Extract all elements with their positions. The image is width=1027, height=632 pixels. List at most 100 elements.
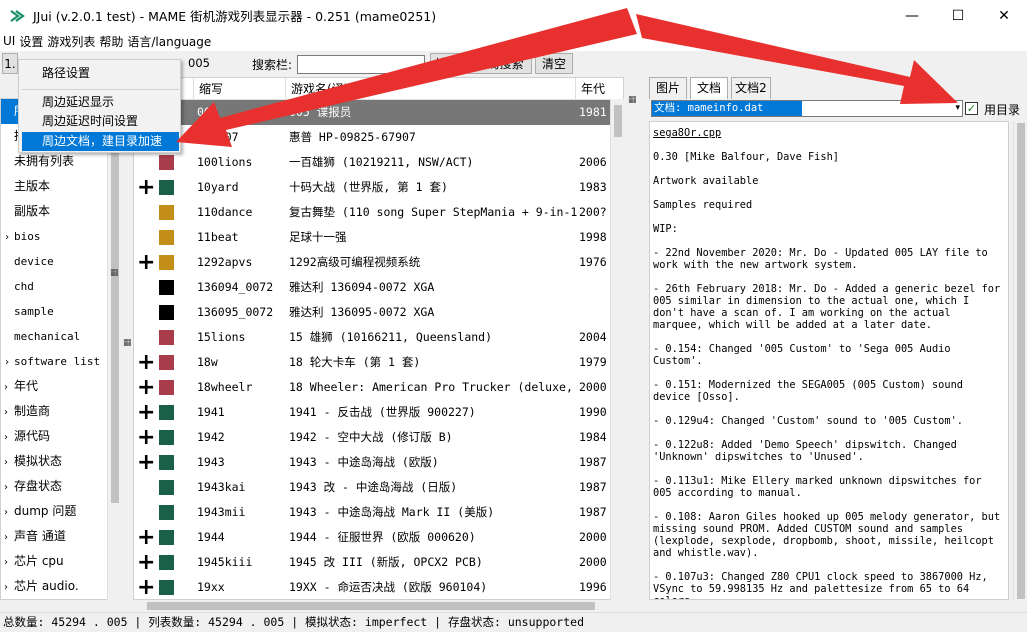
folder-item[interactable]: 主版本 <box>1 174 120 199</box>
chevron-right-icon[interactable]: › <box>4 225 14 250</box>
header-year[interactable]: 年代 <box>576 78 623 100</box>
folder-item[interactable]: device <box>1 249 120 274</box>
table-row[interactable]: 100lions 一百雄狮 (10219211, NSW/ACT) 2006 <box>134 150 623 175</box>
table-row[interactable]: 005 005 谍报员 1981 <box>134 100 623 125</box>
table-row[interactable]: +1942 1942 - 空中大战 (修订版 B) 1984 <box>134 425 623 450</box>
chevron-right-icon[interactable]: › <box>4 425 14 450</box>
cell-name: 1941 - 反击战 (世界版 900227) <box>289 405 476 419</box>
header-name[interactable]: 游戏名(译) <box>286 78 576 100</box>
chevron-right-icon[interactable]: › <box>4 350 14 375</box>
close-button[interactable]: ✕ <box>981 0 1027 31</box>
table-row[interactable]: 067907 惠普 HP-09825-67907 <box>134 125 623 150</box>
table-row[interactable]: 110dance 复古舞垫 (110 song Super StepMania +… <box>134 200 623 225</box>
tab-image[interactable]: 图片 <box>649 77 687 99</box>
table-row[interactable]: +18w 18 轮大卡车 (第 1 套) 1979 <box>134 350 623 375</box>
menu-help[interactable]: 帮助 <box>99 33 123 50</box>
cell-abbr: 100lions <box>197 155 253 169</box>
doc-source-select[interactable]: 文档: mameinfo.dat ▾ <box>651 100 963 117</box>
folder-scrollbar[interactable] <box>107 98 121 600</box>
grid-hscroll-thumb[interactable] <box>147 602 595 610</box>
header-abbr[interactable]: 缩写 <box>194 78 286 100</box>
chevron-right-icon[interactable]: › <box>4 550 14 575</box>
cell-abbr: 1943kai <box>197 480 246 494</box>
chevron-right-icon[interactable]: › <box>4 475 14 500</box>
splitter-grip-mid[interactable]: ▦ <box>123 338 132 348</box>
table-row[interactable]: +10yard 十码大战 (世界版, 第 1 套) 1983 <box>134 175 623 200</box>
status-color-icon <box>159 280 174 295</box>
status-color-icon <box>159 155 174 170</box>
maximize-button[interactable]: ☐ <box>935 0 981 31</box>
folder-item[interactable]: › dump 问题 <box>1 499 120 524</box>
menu-item-doc-index[interactable]: 周边文档，建目录加速 <box>22 132 179 151</box>
splitter-grip-left[interactable]: ▦ <box>110 268 119 278</box>
cell-abbr: 1943mii <box>197 505 246 519</box>
table-row[interactable]: 1943kai 1943 改 - 中途岛海战 (日版) 1987 <box>134 475 623 500</box>
splitter-grip-right[interactable]: ▦ <box>628 95 637 105</box>
folder-item[interactable]: › 芯片 cpu <box>1 549 120 574</box>
chevron-right-icon[interactable]: › <box>4 400 14 425</box>
doc-scroll-thumb[interactable] <box>1017 123 1025 599</box>
folder-item[interactable]: › 年代 <box>1 374 120 399</box>
menu-item-delay-time[interactable]: 周边延迟时间设置 <box>22 112 179 131</box>
menu-ui[interactable]: UI <box>3 34 15 48</box>
table-row[interactable]: +1943 1943 - 中途岛海战 (欧版) 1987 <box>134 450 623 475</box>
menu-gamelist[interactable]: 游戏列表 <box>47 33 95 50</box>
folder-item[interactable]: 副版本 <box>1 199 120 224</box>
table-row[interactable]: 1943mii 1943 - 中途岛海战 Mark II (美版) 1987 <box>134 500 623 525</box>
table-row[interactable]: 15lions 15 雄狮 (10166211, Queensland) 2004 <box>134 325 623 350</box>
tab-doc2[interactable]: 文档2 <box>731 77 771 99</box>
folder-item[interactable]: › bios <box>1 224 120 249</box>
search-button[interactable]: 搜索 <box>430 53 464 74</box>
table-row[interactable]: +1292apvs 1292高级可编程视频系统 1976 <box>134 250 623 275</box>
cell-abbr: 11beat <box>197 230 239 244</box>
table-row[interactable]: 136094_0072 雅达利 136094-0072 XGA <box>134 275 623 300</box>
status-color-icon <box>159 405 174 420</box>
use-dir-checkbox[interactable]: ✓ <box>965 102 978 115</box>
chevron-right-icon[interactable]: › <box>4 500 14 525</box>
folder-item[interactable]: mechanical <box>1 324 120 349</box>
grid-hscrollbar[interactable] <box>133 600 610 612</box>
doc-line: - 0.113u1: Mike Ellery marked unknown di… <box>653 475 988 499</box>
folder-item[interactable]: sample <box>1 299 120 324</box>
chevron-right-icon[interactable]: › <box>4 575 14 599</box>
folder-item[interactable]: › 制造商 <box>1 399 120 424</box>
chevron-down-icon[interactable]: ▾ <box>955 101 960 116</box>
cell-abbr: 1292apvs <box>197 255 253 269</box>
table-row[interactable]: +18wheelr 18 Wheeler: American Pro Trucke… <box>134 375 623 400</box>
table-row[interactable]: 11beat 足球十一强 1998 <box>134 225 623 250</box>
folder-tree[interactable]: 所拼未拥有列表主版本副版本›biosdevicechdsamplemechani… <box>0 98 121 600</box>
tab-doc[interactable]: 文档 <box>690 77 728 99</box>
chevron-right-icon[interactable]: › <box>4 525 14 550</box>
table-row[interactable]: +19xx 19XX - 命运否决战 (欧版 960104) 1996 <box>134 575 623 599</box>
folder-scroll-thumb[interactable] <box>111 103 119 503</box>
grid-scrollbar[interactable] <box>610 99 624 600</box>
grid-scroll-thumb[interactable] <box>614 105 622 137</box>
folder-item[interactable]: › 声音 通道 <box>1 524 120 549</box>
cell-name: 15 雄狮 (10166211, Queensland) <box>289 330 493 344</box>
folder-item[interactable]: chd <box>1 274 120 299</box>
folder-item[interactable]: › 芯片 audio. <box>1 574 120 599</box>
game-list[interactable]: 缩写 游戏名(译) 年代 005 005 谍报员 1981 067907 惠普 HP-0… <box>133 77 624 600</box>
search-input[interactable] <box>297 55 425 74</box>
folder-item[interactable]: › software list <box>1 349 120 374</box>
minimize-button[interactable]: — <box>889 0 935 31</box>
clear-button[interactable]: 清空 <box>535 53 573 74</box>
table-row[interactable]: +1945kiii 1945 改 III (新版, OPCX2 PCB) 2000 <box>134 550 623 575</box>
chevron-right-icon[interactable]: › <box>4 375 14 400</box>
doc-scrollbar[interactable] <box>1013 121 1027 600</box>
folder-item[interactable]: › 模拟状态 <box>1 449 120 474</box>
menu-item-delay-display[interactable]: 周边延迟显示 <box>22 93 179 112</box>
menu-settings[interactable]: 设置 <box>19 33 43 50</box>
folder-item[interactable]: › 存盘状态 <box>1 474 120 499</box>
table-row[interactable]: +1944 1944 - 征服世界 (欧版 000620) 2000 <box>134 525 623 550</box>
table-row[interactable]: +1941 1941 - 反击战 (世界版 900227) 1990 <box>134 400 623 425</box>
global-search-button[interactable]: 全局搜索 <box>467 53 532 74</box>
menu-language[interactable]: 语言/language <box>127 33 211 50</box>
table-row[interactable]: 136095_0072 雅达利 136095-0072 XGA <box>134 300 623 325</box>
folder-item[interactable]: › 源代码 <box>1 424 120 449</box>
folder-button[interactable]: 1. <box>2 53 18 74</box>
menu-item-path-settings[interactable]: 路径设置 <box>22 64 179 83</box>
clone-plus-icon: + <box>137 525 155 550</box>
cell-name: 雅达利 136095-0072 XGA <box>289 305 435 319</box>
chevron-right-icon[interactable]: › <box>4 450 14 475</box>
